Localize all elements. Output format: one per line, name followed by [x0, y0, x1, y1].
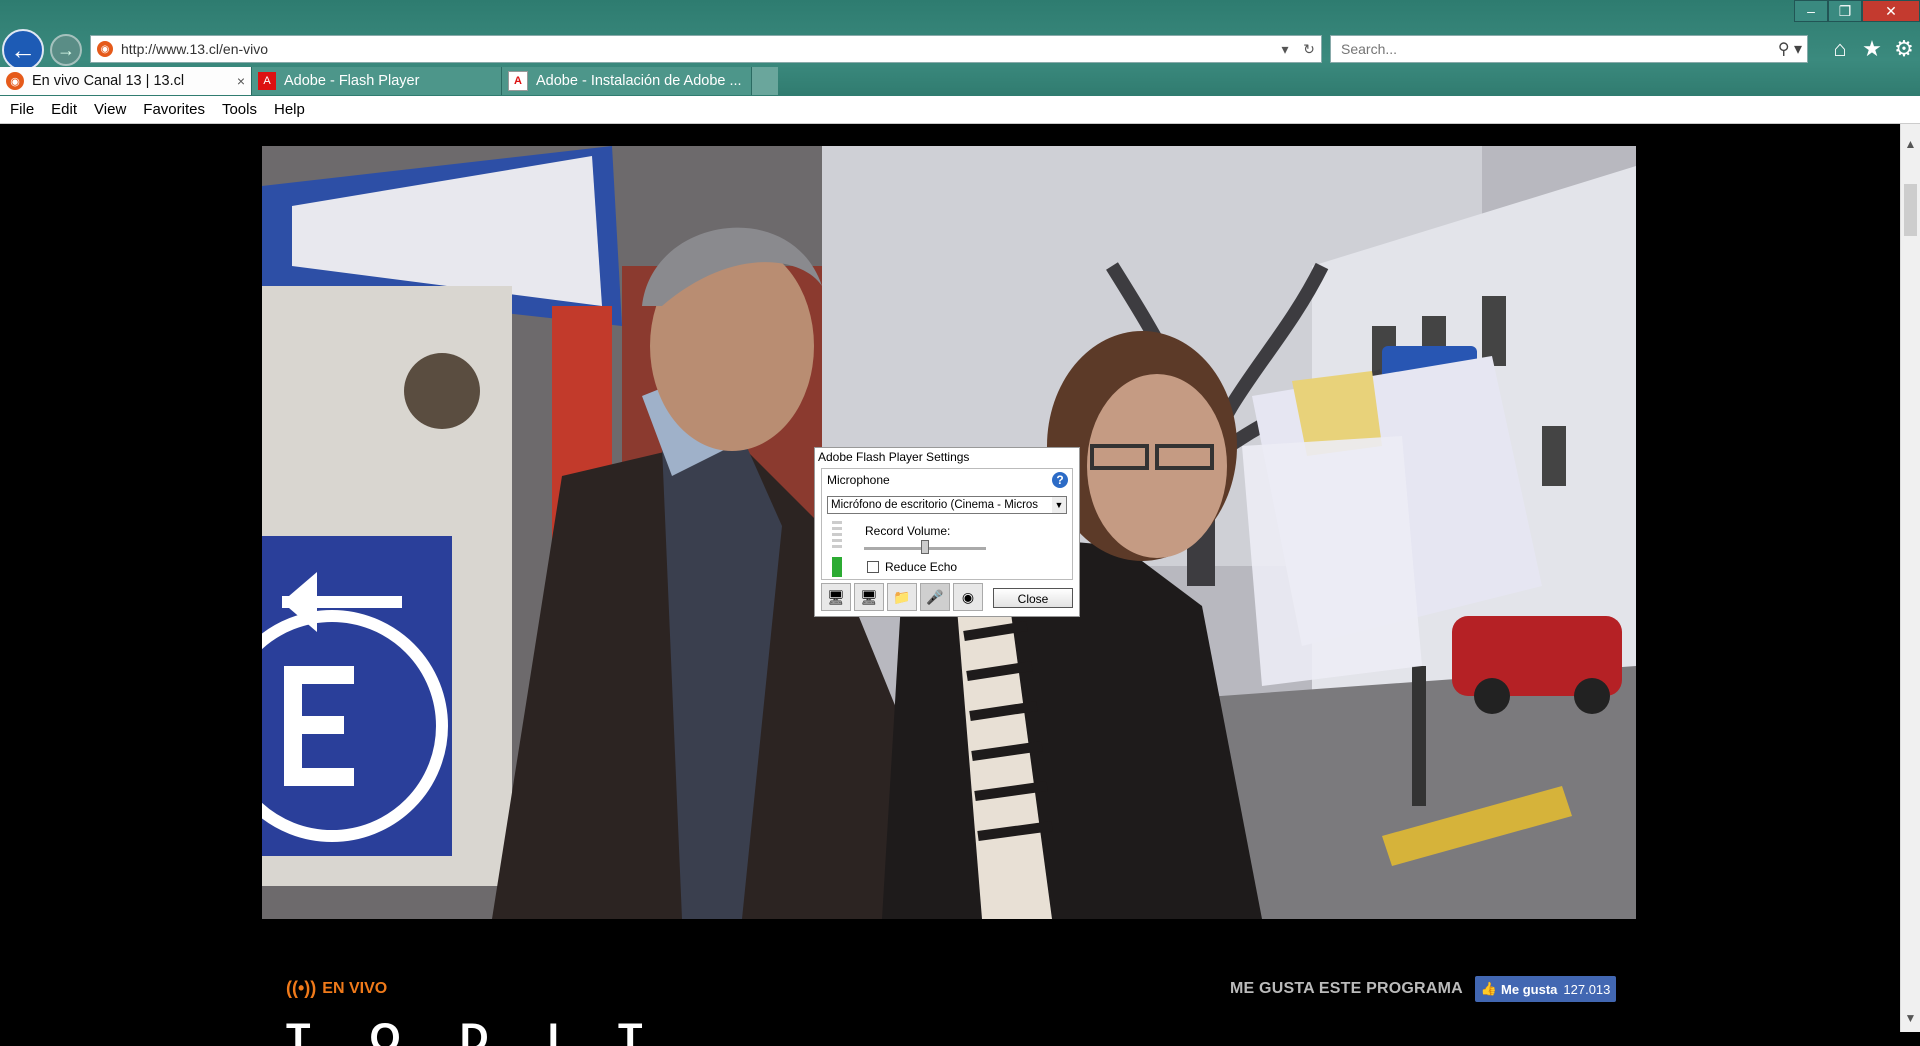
- menu-favorites[interactable]: Favorites: [136, 101, 212, 118]
- reduce-echo-option[interactable]: Reduce Echo: [867, 560, 957, 574]
- record-volume-label: Record Volume:: [865, 524, 951, 538]
- page-scrollbar[interactable]: ▲ ▼: [1900, 124, 1920, 1032]
- flash-dialog-title: Adobe Flash Player Settings: [818, 450, 970, 464]
- tab-label: Adobe - Instalación de Adobe ...: [536, 73, 742, 89]
- tab-flash-player[interactable]: A Adobe - Flash Player: [252, 67, 502, 95]
- program-title-partial: T O D I T: [286, 1016, 667, 1046]
- tab-close-icon[interactable]: ×: [227, 73, 245, 89]
- reduce-echo-checkbox[interactable]: [867, 561, 879, 573]
- new-tab-button[interactable]: [752, 67, 778, 95]
- minimize-button[interactable]: –: [1794, 0, 1828, 22]
- thumbs-up-icon: 👍: [1480, 981, 1498, 996]
- forward-button[interactable]: →: [50, 34, 82, 66]
- refresh-icon[interactable]: ↻: [1297, 41, 1321, 58]
- toolbar-icons: ⌂ ★ ⚙: [1828, 35, 1916, 63]
- tab-label: Adobe - Flash Player: [284, 73, 420, 89]
- microphone-panel: Microphone ? Micrófono de escritorio (Ci…: [821, 468, 1073, 580]
- adobe-document-icon: A: [508, 71, 528, 91]
- display-tab-icon[interactable]: 🖥: [854, 583, 884, 611]
- privacy-tab-icon[interactable]: 🖥: [821, 583, 851, 611]
- scroll-down-icon[interactable]: ▼: [1901, 1008, 1920, 1028]
- reduce-echo-label: Reduce Echo: [885, 560, 958, 574]
- tab-label: En vivo Canal 13 | 13.cl: [32, 73, 185, 89]
- menu-file[interactable]: File: [3, 101, 41, 118]
- microphone-device-select[interactable]: Micrófono de escritorio (Cinema - Micros…: [827, 496, 1067, 514]
- live-indicator: ((•)) EN VIVO: [286, 978, 387, 999]
- like-section: ME GUSTA ESTE PROGRAMA 👍 Me gusta 127.01…: [1230, 976, 1617, 1002]
- tab-adobe-install[interactable]: A Adobe - Instalación de Adobe ...: [502, 67, 752, 95]
- scroll-up-icon[interactable]: ▲: [1901, 134, 1920, 154]
- scroll-thumb[interactable]: [1904, 184, 1917, 236]
- camera-tab-icon[interactable]: ◉: [953, 583, 983, 611]
- close-window-button[interactable]: ✕: [1862, 0, 1920, 22]
- selected-device: Micrófono de escritorio (Cinema - Micros: [831, 499, 1039, 511]
- record-volume-slider[interactable]: [864, 540, 986, 554]
- address-dropdown-icon[interactable]: ▾: [1273, 41, 1297, 58]
- menu-bar: File Edit View Favorites Tools Help: [0, 96, 1920, 124]
- favorites-star-icon[interactable]: ★: [1860, 35, 1884, 63]
- menu-help[interactable]: Help: [267, 101, 312, 118]
- back-button[interactable]: ←: [2, 29, 44, 71]
- search-input[interactable]: [1339, 40, 1773, 58]
- arrow-right-icon: →: [57, 39, 75, 60]
- live-label: EN VIVO: [322, 979, 388, 997]
- slider-handle[interactable]: [921, 540, 929, 554]
- restore-button[interactable]: ❐: [1828, 0, 1862, 22]
- browser-chrome: – ❐ ✕ ← → ◉ http://www.13.cl/en-vivo ▾ ↻…: [0, 0, 1920, 124]
- address-url[interactable]: http://www.13.cl/en-vivo: [121, 41, 1273, 57]
- site-favicon-icon: ◉: [97, 41, 113, 57]
- search-icon[interactable]: ⚲ ▾: [1773, 39, 1807, 59]
- storage-tab-icon[interactable]: 📁: [887, 583, 917, 611]
- close-button[interactable]: Close: [993, 588, 1073, 608]
- broadcast-icon: ((•)): [286, 978, 317, 998]
- home-icon[interactable]: ⌂: [1828, 35, 1852, 63]
- adobe-logo-icon: A: [258, 72, 276, 90]
- microphone-heading: Microphone: [827, 473, 890, 487]
- search-box[interactable]: ⚲ ▾: [1330, 35, 1808, 63]
- like-prompt: ME GUSTA ESTE PROGRAMA: [1230, 980, 1463, 997]
- tab-en-vivo[interactable]: ◉ En vivo Canal 13 | 13.cl ×: [0, 67, 252, 95]
- menu-tools[interactable]: Tools: [215, 101, 264, 118]
- like-button-label: Me gusta: [1501, 981, 1558, 997]
- site-favicon-icon: ◉: [6, 72, 24, 90]
- chevron-down-icon[interactable]: ▼: [1052, 497, 1066, 513]
- menu-view[interactable]: View: [87, 101, 133, 118]
- facebook-like-button[interactable]: 👍 Me gusta 127.013: [1474, 976, 1617, 1002]
- window-controls: – ❐ ✕: [1794, 0, 1920, 22]
- like-count: 127.013: [1563, 981, 1611, 997]
- address-bar[interactable]: ◉ http://www.13.cl/en-vivo ▾ ↻: [90, 35, 1322, 63]
- microphone-tab-icon[interactable]: 🎤: [920, 583, 950, 611]
- video-player[interactable]: E: [262, 146, 1636, 919]
- flash-settings-dialog: Adobe Flash Player Settings Microphone ?…: [814, 447, 1080, 617]
- arrow-left-icon: ←: [10, 34, 36, 65]
- tab-strip: ◉ En vivo Canal 13 | 13.cl × A Adobe - F…: [0, 67, 778, 95]
- help-icon[interactable]: ?: [1052, 472, 1068, 488]
- input-level-meter: [832, 521, 842, 577]
- flash-settings-tabs: 🖥 🖥 📁 🎤 ◉: [821, 583, 983, 611]
- menu-edit[interactable]: Edit: [44, 101, 84, 118]
- page-content: E: [0, 124, 1900, 1032]
- gear-icon[interactable]: ⚙: [1892, 35, 1916, 63]
